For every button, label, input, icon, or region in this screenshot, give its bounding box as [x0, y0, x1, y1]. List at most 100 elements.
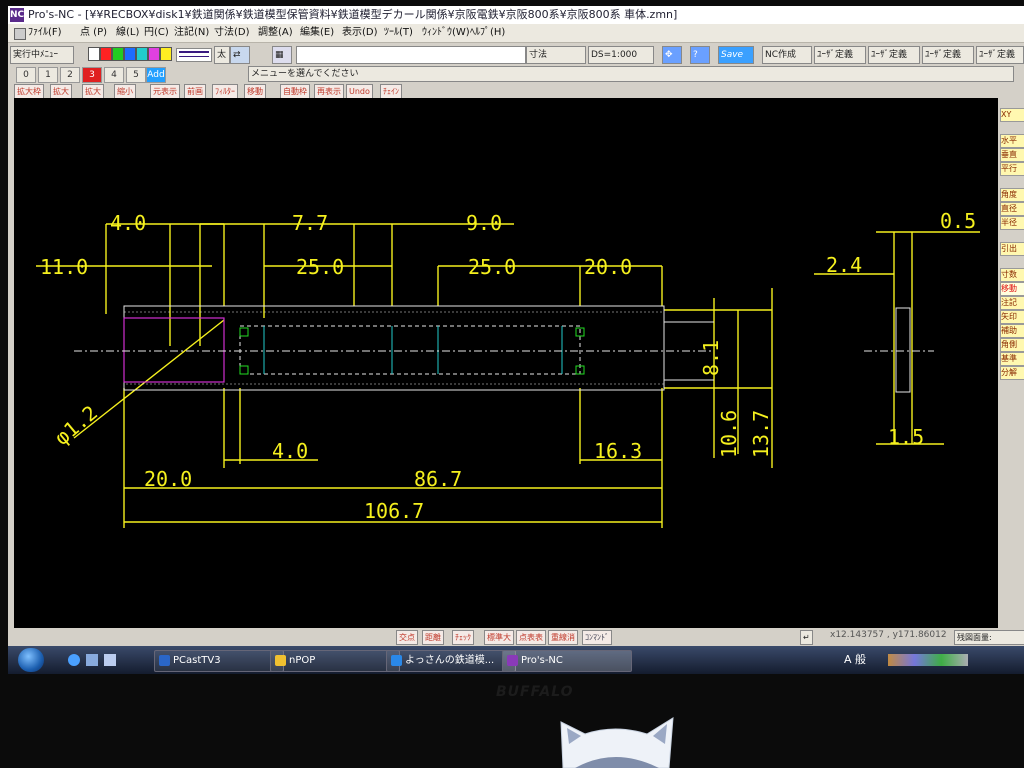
task-label: PCastTV3 — [173, 655, 221, 666]
thickness-button[interactable]: 太 — [214, 46, 230, 64]
line-style-select[interactable] — [176, 48, 212, 62]
cat-figurine — [560, 717, 674, 768]
fn-zoom-out[interactable]: 縮小 — [114, 84, 136, 99]
menu-adjust[interactable]: 調整(A) — [258, 24, 293, 42]
color-swatch-blue[interactable] — [124, 47, 136, 61]
system-menu-icon[interactable] — [14, 28, 26, 40]
save-button[interactable]: Save — [718, 46, 754, 64]
menu-point[interactable]: 点 (P) — [80, 24, 107, 42]
command-input[interactable] — [296, 46, 526, 64]
menu-window[interactable]: ｳｨﾝﾄﾞｳ(W) — [422, 24, 470, 42]
status-btn-check[interactable]: ﾁｪｯｸ — [452, 630, 474, 645]
desktop-screen: NC Pro's-NC - [¥¥RECBOX¥disk1¥鉄道関係¥鉄道模型保… — [8, 6, 1024, 674]
fn-zoom[interactable]: 拡大 — [82, 84, 104, 99]
status-btn-distance[interactable]: 距離 — [422, 630, 444, 645]
start-button[interactable] — [18, 648, 44, 672]
side-btn-radius[interactable]: 半径 — [1000, 216, 1024, 230]
enter-icon[interactable]: ↵ — [800, 630, 813, 645]
menu-dimension[interactable]: 寸法(D) — [214, 24, 250, 42]
explorer-quicklaunch-icon[interactable] — [104, 654, 116, 666]
status-btn-standard[interactable]: 標準大 — [484, 630, 514, 645]
color-swatch-magenta[interactable] — [148, 47, 160, 61]
side-btn-aux[interactable]: 補助 — [1000, 324, 1024, 338]
color-swatch-red[interactable] — [100, 47, 112, 61]
ime-indicator[interactable]: A 般 — [844, 650, 866, 670]
help-icon[interactable]: ? — [690, 46, 710, 64]
layer-0-button[interactable]: 0 — [16, 67, 36, 83]
user-def-button-1[interactable]: ﾕｰｻﾞ定義 — [814, 46, 866, 64]
fn-zoom-in[interactable]: 拡大 — [50, 84, 72, 99]
fn-zoom-window[interactable]: 拡大枠 — [14, 84, 44, 99]
side-btn-arrow[interactable]: 矢印 — [1000, 310, 1024, 324]
user-def-button-3[interactable]: ﾕｰｻﾞ定義 — [922, 46, 974, 64]
menu-line[interactable]: 線(L) — [116, 24, 139, 42]
fn-filter[interactable]: ﾌｨﾙﾀｰ — [212, 84, 238, 99]
color-swatch-green[interactable] — [112, 47, 124, 61]
task-browser[interactable]: よっさんの鉄道模... — [386, 650, 516, 672]
fn-auto-frame[interactable]: 自動枠 — [280, 84, 310, 99]
layer-4-button[interactable]: 4 — [104, 67, 124, 83]
dim-2-4: 2.4 — [826, 253, 862, 277]
menu-help[interactable]: ﾍﾙﾌﾟ(H) — [470, 24, 505, 42]
user-def-button-2[interactable]: ﾕｰｻﾞ定義 — [868, 46, 920, 64]
task-npop[interactable]: nPOP — [270, 650, 400, 672]
side-btn-parallel[interactable]: 平行 — [1000, 162, 1024, 176]
layer-3-button-active[interactable]: 3 — [82, 67, 102, 83]
snap-icon[interactable]: ⇄ — [230, 46, 250, 64]
side-btn-horizontal[interactable]: 水平 — [1000, 134, 1024, 148]
side-btn-move[interactable]: 移動 — [1000, 282, 1024, 296]
fn-chain[interactable]: ﾁｪｲﾝ — [380, 84, 402, 99]
ie-quicklaunch-icon[interactable] — [68, 654, 80, 666]
menu-tools[interactable]: ﾂｰﾙ(T) — [384, 24, 413, 42]
fn-restore-view[interactable]: 元表示 — [150, 84, 180, 99]
fn-move[interactable]: 移動 — [244, 84, 266, 99]
task-label: よっさんの鉄道模... — [405, 655, 495, 666]
monitor-brand-logo: BUFFALO — [496, 684, 574, 700]
side-btn-xy[interactable]: XY — [1000, 108, 1024, 122]
dim-25-0-a: 25.0 — [296, 255, 344, 279]
ds-scale-field[interactable]: DS=1:000 — [588, 46, 654, 64]
side-btn-vertical[interactable]: 垂直 — [1000, 148, 1024, 162]
move-icon[interactable]: ✥ — [662, 46, 682, 64]
user-def-button-4[interactable]: ﾕｰｻﾞ定義 — [976, 46, 1024, 64]
cad-canvas[interactable]: 4.0 7.7 9.0 11.0 25.0 25.0 20.0 0.5 2.4 … — [14, 98, 998, 628]
tray-icons[interactable] — [888, 654, 968, 666]
layer-2-button[interactable]: 2 — [60, 67, 80, 83]
task-pros-nc[interactable]: Pro's-NC — [502, 650, 632, 672]
side-btn-base[interactable]: 基準 — [1000, 352, 1024, 366]
side-btn-explode[interactable]: 分解 — [1000, 366, 1024, 380]
color-swatch-white[interactable] — [88, 47, 100, 61]
fn-undo[interactable]: Undo — [346, 84, 373, 99]
status-btn-command[interactable]: ｺﾝﾏﾝﾄﾞ — [582, 630, 612, 645]
nc-create-button[interactable]: NC作成 — [762, 46, 812, 64]
menu-annotation[interactable]: 注記(N) — [174, 24, 209, 42]
side-btn-angle[interactable]: 角度 — [1000, 188, 1024, 202]
side-btn-diameter[interactable]: 直径 — [1000, 202, 1024, 216]
side-btn-annotation[interactable]: 注記 — [1000, 296, 1024, 310]
layer-1-button[interactable]: 1 — [38, 67, 58, 83]
status-btn-dup-lines[interactable]: 重線消 — [548, 630, 578, 645]
dim-7-7: 7.7 — [292, 211, 328, 235]
menu-bar: ﾌｧｲﾙ(F) 点 (P) 線(L) 円(C) 注記(N) 寸法(D) 調整(A… — [8, 24, 1024, 43]
task-pcasttv3[interactable]: PCastTV3 — [154, 650, 284, 672]
app-icon: NC — [10, 8, 25, 22]
color-swatch-cyan[interactable] — [136, 47, 148, 61]
side-btn-corner[interactable]: 角側 — [1000, 338, 1024, 352]
status-btn-points[interactable]: 点表表 — [516, 630, 546, 645]
menu-edit[interactable]: 編集(E) — [300, 24, 334, 42]
desktop-quicklaunch-icon[interactable] — [86, 654, 98, 666]
status-btn-intersection[interactable]: 交点 — [396, 630, 418, 645]
layer-5-button[interactable]: 5 — [126, 67, 146, 83]
fn-redisplay[interactable]: 再表示 — [314, 84, 344, 99]
ie-icon — [391, 655, 402, 666]
layer-add-button[interactable]: Add — [146, 67, 166, 83]
fn-prev-view[interactable]: 前画 — [184, 84, 206, 99]
remaining-field: 残図面量: — [954, 630, 1024, 645]
grid-icon[interactable]: ▦ — [272, 46, 292, 64]
menu-file[interactable]: ﾌｧｲﾙ(F) — [28, 24, 62, 42]
menu-view[interactable]: 表示(D) — [342, 24, 378, 42]
menu-circle[interactable]: 円(C) — [144, 24, 169, 42]
side-btn-leader[interactable]: 引出 — [1000, 242, 1024, 256]
side-btn-count[interactable]: 寸数 — [1000, 268, 1024, 282]
color-swatch-yellow[interactable] — [160, 47, 172, 61]
